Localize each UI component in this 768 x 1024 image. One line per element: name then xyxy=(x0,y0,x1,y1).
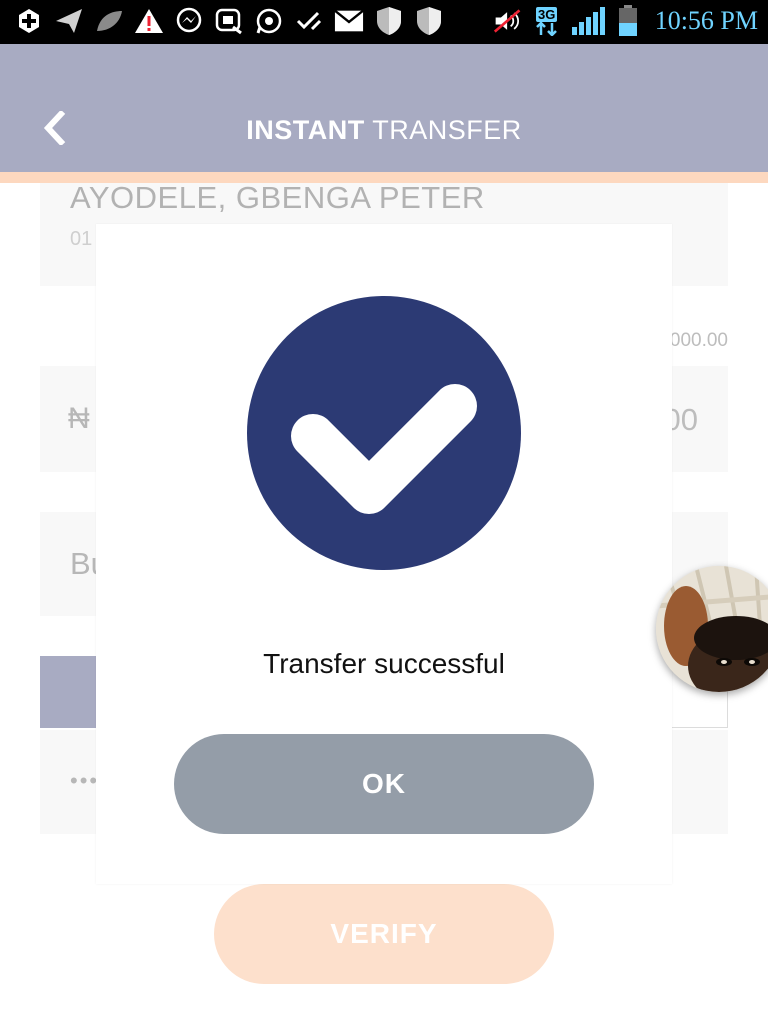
shield-icon xyxy=(414,6,444,36)
recipient-name: AYODELE, GBENGA PETER xyxy=(70,180,485,215)
status-bar-left xyxy=(14,6,444,36)
battery-icon xyxy=(617,5,639,36)
success-dialog: Transfer successful OK xyxy=(96,224,672,884)
app-header xyxy=(0,44,768,172)
checkmark-icon xyxy=(247,296,521,570)
signal-icon xyxy=(571,6,607,36)
shield-icon xyxy=(374,6,404,36)
mail-icon xyxy=(334,6,364,36)
messenger-icon xyxy=(174,6,204,36)
leaf-icon xyxy=(94,6,124,36)
mute-icon xyxy=(493,6,523,36)
currency-symbol: ₦ xyxy=(68,402,90,435)
add-icon xyxy=(14,6,44,36)
pin-masked-text: ••• xyxy=(70,768,100,793)
ok-button[interactable]: OK xyxy=(174,734,594,834)
whatsapp-icon xyxy=(254,6,284,36)
network-type-label: 3G xyxy=(536,6,558,22)
warning-icon xyxy=(134,6,164,36)
balance-note: 000.00 xyxy=(669,330,728,351)
check-icon xyxy=(294,6,324,36)
page-title-rest: TRANSFER xyxy=(364,115,522,145)
dialog-message: Transfer successful xyxy=(263,648,505,679)
verify-button[interactable]: VERIFY xyxy=(214,884,554,984)
page-title-bold: INSTANT xyxy=(246,115,365,145)
status-time: 10:56 PM xyxy=(654,6,758,35)
tab-selected-segment[interactable] xyxy=(40,656,100,728)
network-3g-icon: 3G xyxy=(533,6,561,36)
messaging-icon xyxy=(214,6,244,36)
send-icon xyxy=(54,6,84,36)
page-title: INSTANT TRANSFER xyxy=(0,110,768,150)
status-bar-right: 3G 10:56 PM xyxy=(493,5,758,36)
status-bar: 3G 10:56 PM xyxy=(0,0,768,44)
recipient-account: 01 xyxy=(70,228,93,250)
